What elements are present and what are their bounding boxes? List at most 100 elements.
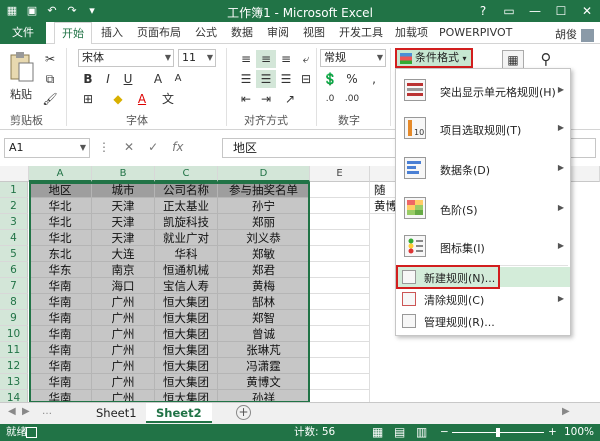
tab-view[interactable]: 视图 — [296, 22, 332, 44]
page-break-view-icon[interactable]: ▥ — [416, 424, 427, 441]
help-icon[interactable]: ? — [470, 0, 496, 22]
table-cell[interactable]: 广州 — [92, 294, 155, 310]
align-bottom-icon[interactable]: ≡ — [276, 50, 296, 68]
format-painter-icon[interactable]: 🖌 — [40, 90, 60, 108]
row-header[interactable]: 9 — [0, 310, 28, 326]
empty-cell[interactable] — [310, 310, 370, 326]
table-cell[interactable]: 曾诚 — [218, 326, 310, 342]
maximize-icon[interactable]: ☐ — [548, 0, 574, 22]
table-cell[interactable]: 华南 — [29, 390, 92, 402]
table-cell[interactable]: 华南 — [29, 358, 92, 374]
decrease-indent-icon[interactable]: ⇤ — [236, 90, 256, 108]
underline-button[interactable]: U — [118, 70, 138, 88]
row-header[interactable]: 3 — [0, 214, 28, 230]
font-color-icon[interactable]: A — [132, 90, 152, 108]
table-cell[interactable]: 恒大集团 — [155, 326, 218, 342]
table-cell[interactable]: 东北 — [29, 246, 92, 262]
prev-sheet-icon[interactable]: ◀ — [8, 406, 16, 417]
tab-file[interactable]: 文件 — [0, 22, 46, 44]
normal-view-icon[interactable]: ▦ — [372, 424, 383, 441]
table-cell[interactable]: 刘义恭 — [218, 230, 310, 246]
table-cell[interactable]: 大连 — [92, 246, 155, 262]
table-cell[interactable]: 恒大集团 — [155, 310, 218, 326]
add-sheet-icon[interactable]: + — [236, 405, 251, 420]
scroll-right-icon[interactable]: ▶ — [562, 406, 570, 417]
empty-cell[interactable] — [310, 374, 370, 390]
table-cell[interactable]: 黄博文 — [218, 374, 310, 390]
table-cell[interactable]: 恒通机械 — [155, 262, 218, 278]
table-cell[interactable]: 郑丽 — [218, 214, 310, 230]
column-header[interactable]: E — [310, 166, 370, 182]
menu-item-data-bars[interactable]: 数据条(D) ▶ — [396, 153, 570, 183]
empty-cell[interactable] — [310, 182, 370, 198]
align-center-icon[interactable]: ☰ — [256, 70, 276, 88]
insert-function-icon[interactable]: fx — [172, 140, 183, 154]
table-cell[interactable]: 恒大集团 — [155, 294, 218, 310]
table-cell[interactable]: 华北 — [29, 198, 92, 214]
tab-powerpivot[interactable]: POWERPIVOT — [432, 22, 519, 44]
header-cell[interactable]: 公司名称 — [155, 182, 218, 198]
row-header[interactable]: 4 — [0, 230, 28, 246]
column-header[interactable]: B — [92, 166, 155, 182]
table-cell[interactable]: 凯旋科技 — [155, 214, 218, 230]
zoom-slider-thumb[interactable] — [496, 428, 500, 437]
empty-cell[interactable] — [310, 230, 370, 246]
table-cell[interactable]: 黄梅 — [218, 278, 310, 294]
header-cell[interactable]: 城市 — [92, 182, 155, 198]
cut-icon[interactable]: ✂ — [40, 50, 60, 68]
table-cell[interactable]: 恒大集团 — [155, 374, 218, 390]
next-sheet-icon[interactable]: ▶ — [22, 406, 30, 417]
table-cell[interactable]: 广州 — [92, 310, 155, 326]
merge-cells-icon[interactable]: ⊟ — [296, 70, 316, 88]
menu-item-clear-rules[interactable]: 清除规则(C) ▶ — [396, 289, 570, 309]
sheet-tab-sheet2[interactable]: Sheet2 — [146, 403, 212, 423]
column-header[interactable]: D — [218, 166, 310, 182]
conditional-formatting-button[interactable]: 条件格式 ▾ — [395, 48, 473, 68]
menu-item-highlight-rules[interactable]: 突出显示单元格规则(H) ▶ — [396, 75, 570, 105]
font-grow-icon[interactable]: A — [148, 70, 168, 88]
table-cell[interactable]: 郑敏 — [218, 246, 310, 262]
empty-cell[interactable] — [310, 246, 370, 262]
table-cell[interactable]: 华东 — [29, 262, 92, 278]
row-header[interactable]: 10 — [0, 326, 28, 342]
row-header[interactable]: 7 — [0, 278, 28, 294]
align-top-icon[interactable]: ≡ — [236, 50, 256, 68]
table-cell[interactable]: 华科 — [155, 246, 218, 262]
table-cell[interactable]: 广州 — [92, 374, 155, 390]
table-cell[interactable]: 张琳芃 — [218, 342, 310, 358]
table-cell[interactable]: 南京 — [92, 262, 155, 278]
table-cell[interactable]: 广州 — [92, 358, 155, 374]
find-binoculars-icon[interactable]: ⚲ — [536, 50, 556, 68]
align-left-icon[interactable]: ☰ — [236, 70, 256, 88]
row-header[interactable]: 1 — [0, 182, 28, 198]
table-cell[interactable]: 华北 — [29, 214, 92, 230]
table-cell[interactable]: 海口 — [92, 278, 155, 294]
table-cell[interactable]: 天津 — [92, 198, 155, 214]
fill-color-icon[interactable]: ◆ — [108, 90, 128, 108]
header-cell[interactable]: 地区 — [29, 182, 92, 198]
cells-insert-icon[interactable]: ▦ — [502, 50, 524, 70]
tab-data[interactable]: 数据 — [224, 22, 260, 44]
table-cell[interactable]: 就业广对 — [155, 230, 218, 246]
percent-icon[interactable]: % — [342, 70, 362, 88]
table-cell[interactable]: 华南 — [29, 342, 92, 358]
row-header[interactable]: 13 — [0, 374, 28, 390]
menu-item-top-bottom-rules[interactable]: 10 项目选取规则(T) ▶ — [396, 113, 570, 143]
empty-cell[interactable] — [310, 358, 370, 374]
row-header[interactable]: 5 — [0, 246, 28, 262]
empty-cell[interactable] — [310, 198, 370, 214]
decrease-decimal-icon[interactable]: .00 — [342, 90, 362, 108]
table-cell[interactable]: 郑君 — [218, 262, 310, 278]
table-cell[interactable]: 广州 — [92, 390, 155, 402]
table-cell[interactable]: 天津 — [92, 230, 155, 246]
align-right-icon[interactable]: ☰ — [276, 70, 296, 88]
number-format-combo[interactable]: 常规 ▼ — [320, 49, 386, 67]
zoom-out-icon[interactable]: − — [440, 424, 449, 441]
row-header[interactable]: 6 — [0, 262, 28, 278]
table-cell[interactable]: 华南 — [29, 294, 92, 310]
empty-cell[interactable] — [310, 326, 370, 342]
table-cell[interactable]: 正太基业 — [155, 198, 218, 214]
column-header[interactable]: A — [29, 166, 92, 182]
select-all-corner[interactable] — [0, 166, 29, 182]
minimize-icon[interactable]: — — [522, 0, 548, 22]
